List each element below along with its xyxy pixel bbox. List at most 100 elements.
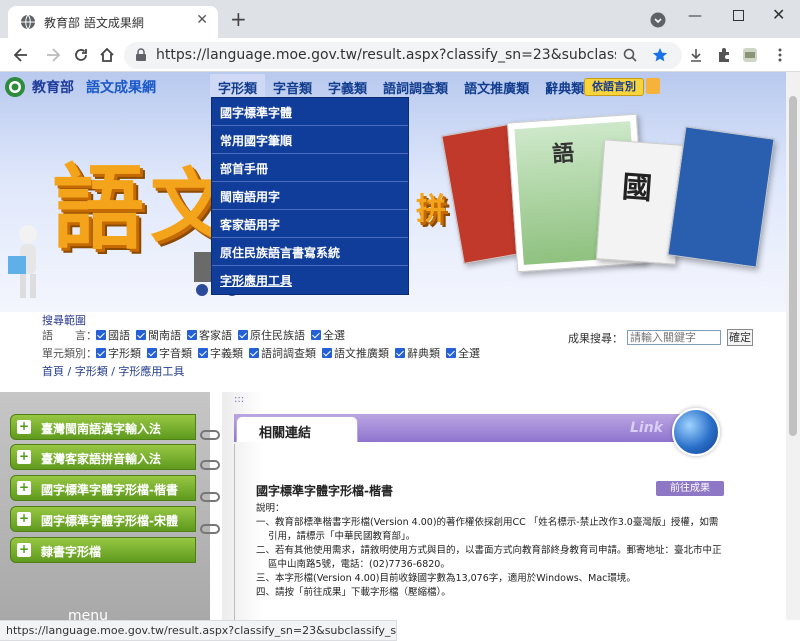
globe-icon <box>21 14 35 30</box>
checkbox-cat-all[interactable]: 全選 <box>446 345 480 361</box>
checkbox-indigenous[interactable]: 原住民族語 <box>238 327 305 343</box>
zoom-search-icon[interactable] <box>622 47 638 63</box>
web-page: 教育部 語文成果網 字形類 字音類 字義類 語詞調查類 語文推廣類 辭典類 依語言… <box>0 72 786 620</box>
result-search: 成果搜尋： 確定 <box>568 329 753 346</box>
plus-icon: + <box>17 480 31 495</box>
menu-kai-font[interactable]: + 國字標準字體字形檔-楷書 <box>10 475 196 501</box>
glyph-dropdown-menu: 國字標準字體 常用國字筆順 部首手冊 閩南語用字 客家語用字 原住民族語言書寫系… <box>211 97 409 295</box>
binder-ring-icon <box>200 492 220 502</box>
menu-minnan-input[interactable]: + 臺灣閩南語漢字輸入法 <box>10 414 196 440</box>
language-switch-button[interactable]: 依語言別 <box>584 78 644 96</box>
lock-icon[interactable] <box>134 48 148 62</box>
tab-title: 教育部 語文成果網 <box>44 16 144 30</box>
browser-tab-bar: 教育部 語文成果網 ✕ + — ✕ <box>0 0 800 38</box>
menu-label: menu <box>68 608 108 620</box>
menu-hakka-input[interactable]: + 臺灣客家語拼音輸入法 <box>10 444 196 470</box>
content-title: 國字標準字體字形檔-楷書 <box>256 484 393 498</box>
dropdown-radical-handbook[interactable]: 部首手冊 <box>212 154 408 182</box>
checkbox-cat-promotion[interactable]: 語文推廣類 <box>322 345 389 361</box>
checkbox-hakka[interactable]: 客家語 <box>187 327 232 343</box>
description-line: 區中山南路5號，電話：(02)7736-6820。 <box>268 559 450 570</box>
site-name: 教育部 <box>32 80 74 96</box>
search-confirm-button[interactable]: 確定 <box>727 329 753 346</box>
plus-icon: + <box>17 419 31 434</box>
figure-icon <box>8 225 37 298</box>
url-text[interactable]: https://language.moe.gov.tw/result.aspx?… <box>156 47 616 63</box>
bottom-strip <box>397 620 800 641</box>
bookmark-star-icon[interactable] <box>652 47 668 63</box>
checkbox-lang-all[interactable]: 全選 <box>311 327 345 343</box>
window-close-icon[interactable]: ✕ <box>772 5 785 24</box>
content-description: 說明： 一、教育部標準楷書字形檔(Version 4.00)的著作權依採創用CC… <box>256 502 730 600</box>
dropdown-minnan-characters[interactable]: 閩南語用字 <box>212 182 408 210</box>
checkbox-cat-survey[interactable]: 語詞調查類 <box>249 345 316 361</box>
dropdown-indigenous-writing[interactable]: 原住民族語言書寫系統 <box>212 238 408 266</box>
binder-ring-icon <box>200 524 220 534</box>
language-filter-row: 語 言： 國語 閩南語 客家語 原住民族語 全選 <box>42 327 351 343</box>
category-filter-row: 單元類別： 字形類 字音類 字義類 語詞調查類 語文推廣類 辭典類 全選 <box>42 345 486 361</box>
plus-icon: + <box>17 511 31 526</box>
browser-tab[interactable]: 教育部 語文成果網 ✕ <box>8 6 218 38</box>
menu-song-font[interactable]: + 國字標準字體字形檔-宋體 <box>10 506 196 532</box>
checkbox-cat-glyph[interactable]: 字形類 <box>96 345 141 361</box>
browser-toolbar: https://language.moe.gov.tw/result.aspx?… <box>0 38 800 72</box>
checkbox-cat-meaning[interactable]: 字義類 <box>198 345 243 361</box>
description-line: 一、教育部標準楷書字形檔(Version 4.00)的著作權依採創用CC 「姓名… <box>256 517 719 528</box>
dropdown-hakka-characters[interactable]: 客家語用字 <box>212 210 408 238</box>
search-scope-title: 搜尋範圍 <box>42 314 86 327</box>
result-search-label: 成果搜尋： <box>568 331 623 345</box>
nav-glyph[interactable]: 字形類 <box>210 74 266 98</box>
description-line: 說明： <box>256 503 285 514</box>
extensions-icon[interactable] <box>716 47 732 63</box>
minimize-icon[interactable]: — <box>688 8 702 24</box>
plus-icon: + <box>17 542 31 557</box>
dropdown-glyph-tools[interactable]: 字形應用工具 <box>212 266 408 294</box>
switch-arrow-icon[interactable] <box>646 78 660 94</box>
related-links-header: 相關連結 Link <box>234 414 718 444</box>
banner-char-pin: 拼 <box>416 192 446 227</box>
new-tab-icon[interactable]: + <box>230 9 247 29</box>
search-scope: 搜尋範圍 語 言： 國語 閩南語 客家語 原住民族語 全選 單元類別： 字形類 … <box>42 312 742 378</box>
menu-lishu-font[interactable]: + 隸書字形檔 <box>10 537 196 563</box>
tab-close-icon[interactable]: ✕ <box>196 12 208 28</box>
related-links-tab[interactable]: 相關連結 <box>236 416 358 442</box>
textbook-char: 語 <box>551 141 576 168</box>
checkbox-minnan[interactable]: 閩南語 <box>136 327 181 343</box>
checkbox-cat-pronunciation[interactable]: 字音類 <box>147 345 192 361</box>
menu-kebab-icon[interactable] <box>772 47 788 63</box>
page-scrollbar[interactable] <box>786 72 800 620</box>
profile-icon[interactable] <box>742 47 758 63</box>
description-line: 三、本字形檔(Version 4.00)目前收錄國字數為13,076字，適用於W… <box>256 573 636 584</box>
site-title[interactable]: 教育部 語文成果網 <box>32 77 156 97</box>
nav-promotion[interactable]: 語文推廣類 <box>456 74 537 98</box>
banner-char-yu: 語 <box>52 155 145 262</box>
dropdown-stroke-order[interactable]: 常用國字筆順 <box>212 126 408 154</box>
dropdown-standard-glyph[interactable]: 國字標準字體 <box>212 98 408 126</box>
photo-blue-art <box>667 126 775 268</box>
address-bar[interactable]: https://language.moe.gov.tw/result.aspx?… <box>124 42 682 69</box>
goto-result-button[interactable]: 前往成果 <box>656 481 724 496</box>
keyword-input[interactable] <box>627 330 721 345</box>
maximize-icon[interactable] <box>733 10 744 21</box>
moe-logo-icon[interactable] <box>4 76 26 98</box>
binder-ring-icon <box>200 430 220 440</box>
binder-ring-icon <box>200 460 220 470</box>
nav-pronunciation[interactable]: 字音類 <box>265 74 320 98</box>
description-line: 引用，請標示「中華民國教育部」。 <box>268 531 416 542</box>
tab-search-icon[interactable] <box>650 12 666 28</box>
checkbox-cat-dictionary[interactable]: 辭典類 <box>395 345 440 361</box>
breadcrumb[interactable]: 首頁 / 字形類 / 字形應用工具 <box>42 363 184 379</box>
checkbox-mandarin[interactable]: 國語 <box>96 327 130 343</box>
back-icon[interactable] <box>12 46 30 64</box>
download-icon[interactable] <box>688 47 704 63</box>
home-icon[interactable] <box>98 46 116 64</box>
nav-meaning[interactable]: 字義類 <box>320 74 375 98</box>
reload-icon[interactable] <box>72 46 90 64</box>
section-dots: ::: <box>234 394 245 405</box>
category-label: 單元類別： <box>42 347 97 360</box>
nav-vocabulary-survey[interactable]: 語詞調查類 <box>375 74 456 98</box>
plus-icon: + <box>17 449 31 464</box>
language-label: 語 言： <box>42 329 97 342</box>
forward-icon[interactable] <box>44 46 62 64</box>
scroll-thumb[interactable] <box>789 96 797 436</box>
